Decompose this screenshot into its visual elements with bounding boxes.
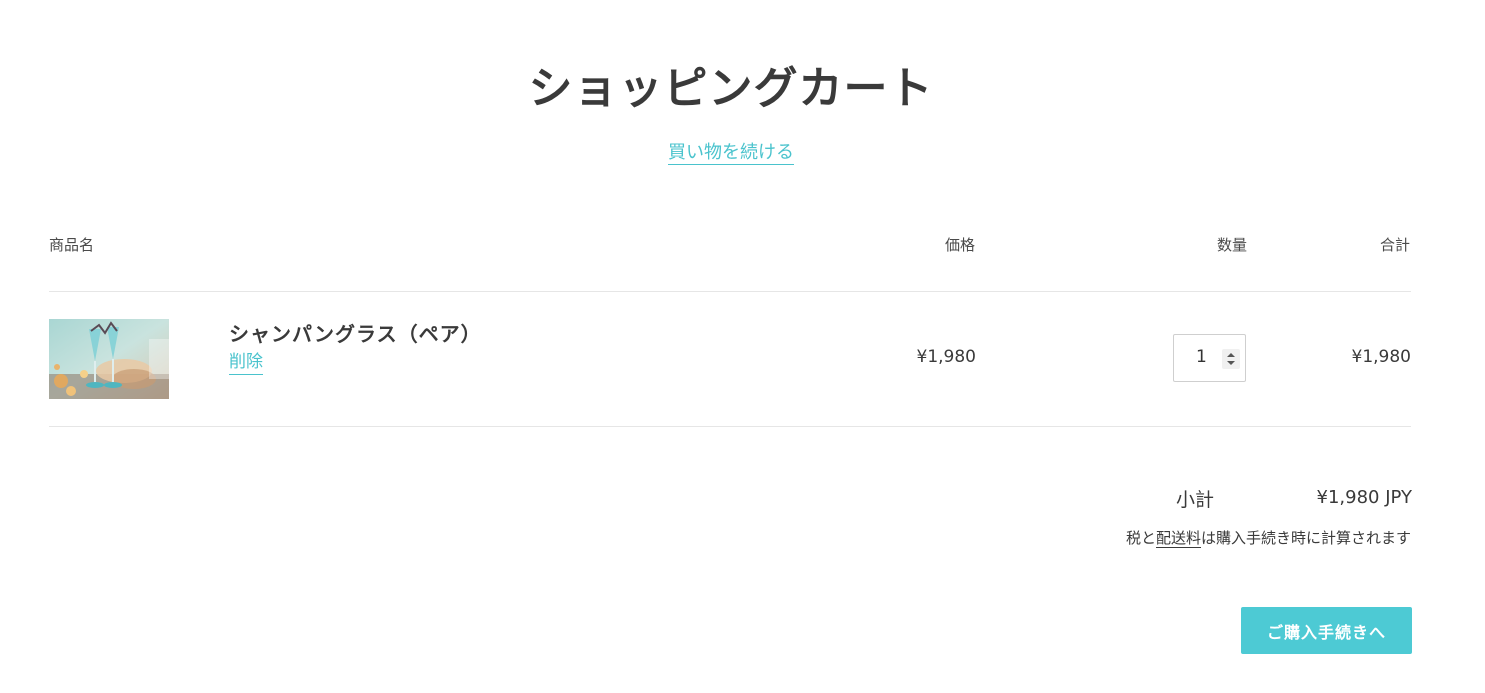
subtotal-label: 小計 [1176, 489, 1215, 511]
tax-note-suffix: は購入手続き時に計算されます [1200, 529, 1411, 547]
product-thumbnail[interactable] [49, 319, 169, 399]
shipping-policy-link[interactable]: 配送料 [1155, 529, 1201, 548]
quantity-stepper[interactable]: 1 [1173, 334, 1246, 382]
page-title: ショッピングカート [528, 63, 934, 114]
checkout-button[interactable]: ご購入手続きへ [1241, 607, 1412, 654]
tax-note-prefix: 税と [1125, 529, 1156, 547]
quantity-value[interactable]: 1 [1196, 347, 1207, 367]
table-divider-top [49, 291, 1411, 292]
column-header-price: 価格 [944, 236, 975, 254]
continue-shopping-link[interactable]: 買い物を続ける [668, 142, 794, 165]
continue-shopping-wrapper: 買い物を続ける [0, 138, 1462, 165]
item-price: ¥1,980 [916, 347, 976, 367]
spinner-arrows-icon [1227, 353, 1235, 365]
champagne-glasses-image [49, 319, 169, 399]
remove-item-link[interactable]: 削除 [229, 350, 263, 375]
column-header-quantity: 数量 [1216, 236, 1247, 254]
item-line-total: ¥1,980 [1351, 347, 1411, 367]
cart-page: ショッピングカート 買い物を続ける 商品名 価格 数量 合計 シャンパングラス（… [0, 0, 1485, 693]
table-divider-bottom [49, 426, 1411, 427]
subtotal-value: ¥1,980 JPY [1316, 487, 1412, 508]
column-header-total: 合計 [1379, 236, 1410, 254]
column-header-product: 商品名 [49, 236, 95, 254]
tax-shipping-note: 税と配送料は購入手続き時に計算されます [1126, 527, 1411, 548]
product-name[interactable]: シャンパングラス（ペア） [229, 318, 482, 347]
quantity-spinner[interactable] [1222, 349, 1240, 369]
